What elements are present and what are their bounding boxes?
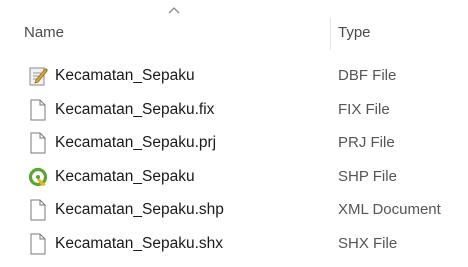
file-row[interactable]: Kecamatan_Sepaku.shx SHX File [0, 228, 468, 262]
file-list: Name Type Kecamatan_Sepaku DBF File Keca… [0, 0, 468, 267]
file-row[interactable]: Kecamatan_Sepaku SHP File [0, 161, 468, 195]
blank-file-icon [30, 233, 46, 254]
file-name: Kecamatan_Sepaku.prj [55, 134, 217, 151]
file-type: DBF File [338, 67, 397, 84]
file-row[interactable]: Kecamatan_Sepaku.fix FIX File [0, 94, 468, 128]
file-row[interactable]: Kecamatan_Sepaku.shp XML Document [0, 194, 468, 228]
qgis-icon [28, 167, 48, 186]
file-name: Kecamatan_Sepaku.shp [55, 201, 224, 218]
column-header-name[interactable]: Name [20, 22, 330, 44]
file-type: SHP File [338, 167, 397, 185]
blank-file-icon [30, 132, 46, 154]
file-name: Kecamatan_Sepaku.fix [55, 100, 215, 118]
file-type: FIX File [338, 100, 390, 118]
file-rows: Kecamatan_Sepaku DBF File Kecamatan_Sepa… [0, 60, 468, 261]
file-type: PRJ File [338, 134, 395, 151]
file-name: Kecamatan_Sepaku.shx [55, 234, 224, 252]
column-header-row: Name Type [0, 0, 468, 52]
file-row[interactable]: Kecamatan_Sepaku.prj PRJ File [0, 127, 468, 161]
file-type: XML Document [338, 201, 441, 218]
column-divider[interactable] [330, 18, 331, 50]
sort-ascending-icon[interactable] [168, 6, 180, 14]
file-row[interactable]: Kecamatan_Sepaku DBF File [0, 60, 468, 94]
column-header-type[interactable]: Type [334, 22, 462, 44]
dbf-file-icon [29, 67, 48, 86]
blank-file-icon [30, 99, 46, 120]
blank-file-icon [30, 199, 46, 221]
file-name: Kecamatan_Sepaku [55, 167, 195, 185]
file-type: SHX File [338, 234, 398, 252]
file-name: Kecamatan_Sepaku [55, 67, 195, 84]
